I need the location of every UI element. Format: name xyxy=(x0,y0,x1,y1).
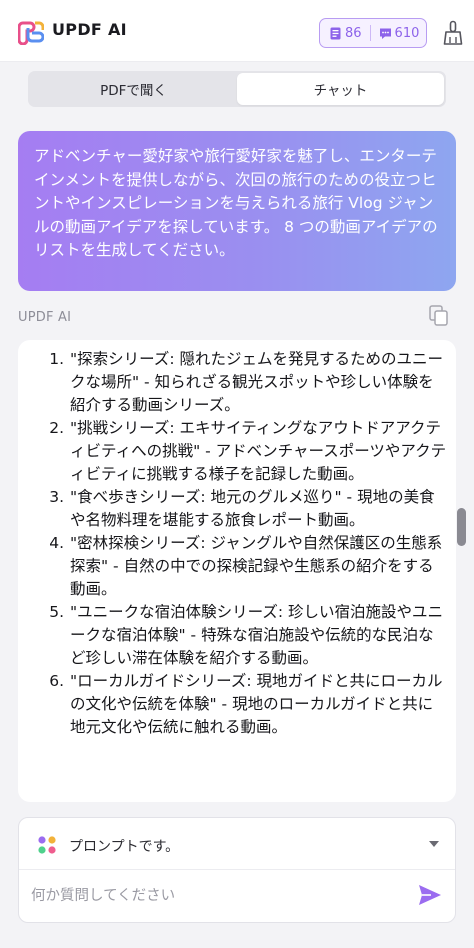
broom-icon[interactable] xyxy=(442,20,464,46)
app-title: UPDF AI xyxy=(52,20,127,39)
prompt-selector-label: プロンプトです。 xyxy=(69,839,180,855)
list-item: 6. "ローカルガイドシリーズ: 現地ガイドと共にローカルの文化や伝統を体験" -… xyxy=(49,672,443,736)
tab-chat[interactable]: チャット xyxy=(237,73,444,105)
assistant-label: UPDF AI xyxy=(18,310,72,325)
question-input[interactable] xyxy=(31,880,411,912)
updf-logo-icon xyxy=(18,21,44,45)
mode-tabs: PDFで聞く チャット xyxy=(28,71,446,107)
list-item: 5. "ユニークな宿泊体験シリーズ: 珍しい宿泊施設やユニークな宿泊体験" - 特… xyxy=(49,603,444,667)
list-item: 1. "探索シリーズ: 隠れたジェムを発見するためのユニークな場所" - 知られざ… xyxy=(49,350,444,414)
list-item: 3. "食べ歩きシリーズ: 地元のグルメ巡り" - 現地の美食や名物料理を堪能する… xyxy=(49,488,435,529)
composer: プロンプトです。 xyxy=(18,817,456,923)
idea-list: 1. "探索シリーズ: 隠れたジェムを発見するためのユニークな場所" - 知られざ… xyxy=(38,348,448,739)
chat-icon xyxy=(379,28,391,39)
prompt-selector[interactable]: プロンプトです。 xyxy=(19,818,455,870)
pages-count: 86 xyxy=(345,25,362,41)
messages-count: 610 xyxy=(394,25,420,41)
tab-pdf-ask[interactable]: PDFで聞く xyxy=(30,73,237,105)
list-item: 4. "密林探検シリーズ: ジャングルや自然保護区の生態系探索" - 自然の中での… xyxy=(49,534,443,598)
copy-icon[interactable] xyxy=(429,305,449,327)
assistant-answer: 1. "探索シリーズ: 隠れたジェムを発見するためのユニークな場所" - 知られざ… xyxy=(18,340,456,802)
user-prompt-bubble: アドベンチャー愛好家や旅行愛好家を魅了し、エンターテインメントを提供しながら、次… xyxy=(18,131,456,291)
scrollbar-thumb[interactable] xyxy=(457,508,466,546)
send-icon[interactable] xyxy=(418,884,442,906)
credits-badge[interactable]: 86 610 xyxy=(319,18,427,48)
list-item: 2. "挑戦シリーズ: エキサイティングなアウトドアアクティビティへの挑戦" - … xyxy=(49,419,447,483)
app-header: UPDF AI 86 610 xyxy=(0,0,474,62)
user-prompt-text: アドベンチャー愛好家や旅行愛好家を魅了し、エンターテインメントを提供しながら、次… xyxy=(34,147,438,259)
prompt-dots-icon xyxy=(38,836,56,854)
credits-divider xyxy=(369,25,371,41)
chevron-down-icon xyxy=(429,841,439,847)
document-icon xyxy=(330,27,341,39)
